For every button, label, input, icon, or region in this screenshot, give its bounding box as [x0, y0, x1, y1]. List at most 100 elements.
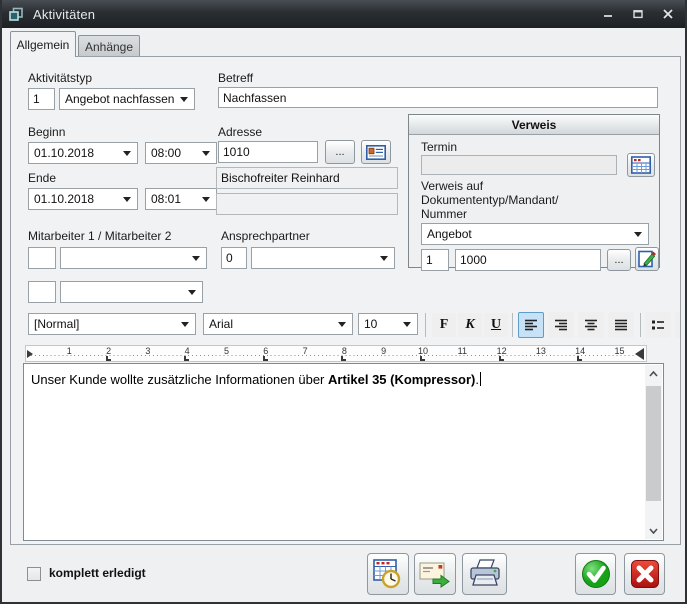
maximize-button[interactable] — [627, 5, 649, 23]
ruler-number: 4 — [185, 346, 190, 356]
adresse-contact-button[interactable] — [361, 140, 391, 164]
ruler-number: 1 — [67, 346, 72, 356]
betreff-input[interactable] — [218, 87, 658, 108]
aktivitaetstyp-select[interactable]: Angebot nachfassen — [59, 88, 195, 110]
ende-label: Ende — [28, 171, 56, 185]
editor-scrollbar[interactable] — [645, 365, 662, 539]
ansprechpartner-label: Ansprechpartner — [221, 229, 310, 243]
scroll-up-button[interactable] — [645, 365, 662, 382]
ruler-tabstop[interactable] — [499, 356, 504, 361]
mitarbeiter1-code-input[interactable] — [28, 247, 56, 269]
chevron-down-icon — [181, 322, 189, 327]
schedule-button[interactable] — [367, 553, 409, 595]
ruler-tabstop[interactable] — [577, 356, 582, 361]
underline-button[interactable]: U — [484, 313, 508, 337]
mitarbeiter2-code-input[interactable] — [28, 281, 56, 303]
align-left-icon — [524, 319, 538, 331]
tab-allgemein[interactable]: Allgemein — [10, 31, 76, 57]
numbered-list-button[interactable]: 12 — [675, 312, 681, 338]
chevron-down-icon — [634, 232, 642, 237]
bold-button[interactable]: F — [432, 313, 456, 337]
minimize-button[interactable] — [597, 5, 619, 23]
ruler-number: 2 — [106, 346, 111, 356]
align-justify-button[interactable] — [608, 312, 634, 338]
dokumententyp-select[interactable]: Angebot — [421, 223, 649, 245]
chevron-down-icon — [123, 151, 131, 156]
x-icon — [629, 558, 661, 590]
chevron-down-icon — [188, 290, 196, 295]
ruler[interactable]: 123456789101112131415 — [25, 345, 647, 362]
send-mail-button[interactable] — [414, 553, 456, 595]
verweis-browse-button[interactable]: ... — [607, 249, 631, 271]
ruler-tabstop[interactable] — [420, 356, 425, 361]
ruler-number: 12 — [497, 346, 507, 356]
font-family-select[interactable]: Arial — [203, 313, 353, 335]
scroll-down-button[interactable] — [645, 522, 662, 539]
toolbar-separator — [512, 313, 513, 337]
bullet-list-icon — [651, 319, 665, 331]
mitarbeiter1-select[interactable] — [60, 247, 207, 269]
ruler-tabstop[interactable] — [106, 356, 111, 361]
mitarbeiter2-select[interactable] — [60, 281, 203, 303]
scrollbar-thumb[interactable] — [646, 386, 661, 501]
font-size-select[interactable]: 10 — [358, 313, 418, 335]
align-left-button[interactable] — [518, 312, 544, 338]
check-icon — [580, 558, 612, 590]
bullet-list-button[interactable] — [645, 312, 671, 338]
align-right-button[interactable] — [548, 312, 574, 338]
ruler-tabstop[interactable] — [263, 356, 268, 361]
ruler-number: 9 — [381, 346, 386, 356]
verweis-title: Verweis — [409, 115, 659, 135]
align-right-icon — [554, 319, 568, 331]
nummer-input[interactable] — [455, 249, 601, 271]
edit-pencil-icon — [638, 250, 657, 268]
ruler-tabstop[interactable] — [341, 356, 346, 361]
ruler-left-margin-marker[interactable] — [27, 350, 33, 358]
beginn-time-select[interactable]: 08:00 — [145, 142, 217, 164]
adresse-browse-button[interactable]: ... — [325, 140, 355, 164]
ende-time-select[interactable]: 08:01 — [145, 188, 217, 210]
aktivitaetstyp-label: Aktivitätstyp — [28, 71, 92, 85]
ruler-tabstop[interactable] — [184, 356, 189, 361]
editor-content[interactable]: Unser Kunde wollte zusätzliche Informati… — [31, 371, 639, 388]
toolbar-separator — [640, 313, 641, 337]
aktivitaetstyp-code-input[interactable] — [28, 88, 55, 110]
chevron-down-icon — [180, 97, 188, 102]
cancel-button[interactable] — [624, 553, 665, 595]
allgemein-panel: Aktivitätstyp Angebot nachfassen Betreff… — [10, 56, 681, 545]
ruler-number: 3 — [145, 346, 150, 356]
ansprechpartner-code-input[interactable] — [221, 247, 247, 269]
notes-editor[interactable]: Unser Kunde wollte zusätzliche Informati… — [23, 363, 664, 541]
chevron-down-icon — [202, 197, 210, 202]
calendar-icon — [631, 156, 651, 174]
ok-button[interactable] — [575, 553, 616, 595]
ruler-number: 7 — [303, 346, 308, 356]
adresse-name2-field — [216, 193, 398, 215]
paragraph-style-select[interactable]: [Normal] — [28, 313, 196, 335]
titlebar[interactable]: Aktivitäten — [0, 0, 687, 28]
ansprechpartner-select[interactable] — [251, 247, 395, 269]
contact-card-icon — [366, 145, 386, 160]
toolbar-separator — [425, 313, 426, 337]
print-button[interactable] — [462, 553, 507, 595]
verweis-auf-label-line1: Verweis auf — [421, 179, 483, 193]
text-cursor — [480, 372, 481, 386]
italic-button[interactable]: K — [458, 313, 482, 337]
close-button[interactable] — [657, 5, 679, 23]
chevron-down-icon — [202, 151, 210, 156]
ruler-number: 10 — [418, 346, 428, 356]
beginn-date-select[interactable]: 01.10.2018 — [28, 142, 138, 164]
betreff-label: Betreff — [218, 71, 253, 85]
adresse-input[interactable] — [218, 141, 318, 163]
tab-anhaenge[interactable]: Anhänge — [78, 35, 140, 57]
komplett-erledigt-checkbox[interactable] — [27, 567, 41, 581]
activities-window: Aktivitäten Allgemein Anhänge Aktivitäts… — [0, 0, 687, 604]
printer-icon — [468, 559, 502, 589]
termin-calendar-button[interactable] — [627, 153, 655, 177]
align-center-button[interactable] — [578, 312, 604, 338]
mandant-input[interactable] — [421, 249, 449, 271]
ende-date-select[interactable]: 01.10.2018 — [28, 188, 138, 210]
ruler-right-margin-marker[interactable] — [635, 348, 644, 360]
verweis-edit-button[interactable] — [635, 247, 659, 271]
chevron-down-icon — [380, 256, 388, 261]
